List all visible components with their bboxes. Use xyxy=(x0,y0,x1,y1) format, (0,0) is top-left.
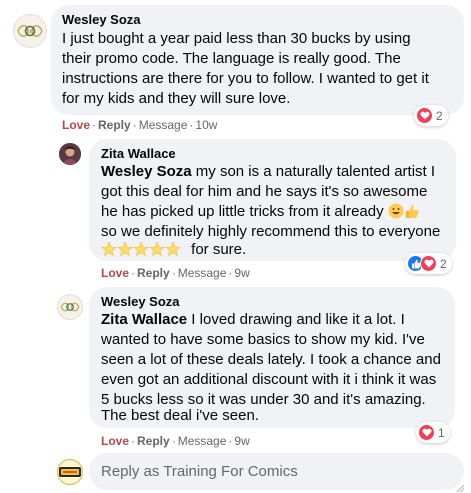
comment-3-author[interactable]: Wesley Soza xyxy=(101,294,180,309)
comment-2-line-3-text: he has picked up little tricks from it a… xyxy=(101,203,384,220)
thumbs-up-emoji-icon xyxy=(405,205,419,218)
glowing-star-icon xyxy=(149,241,165,257)
comment-2-line-3: he has picked up little tricks from it a… xyxy=(101,202,420,222)
comment-3-mention[interactable]: Zita Wallace xyxy=(101,311,187,328)
comment-2-line-1: Wesley Soza my son is a naturally talent… xyxy=(101,162,435,182)
comment-2-reaction-count: 2 xyxy=(440,256,447,271)
comment-3-timestamp[interactable]: 9w xyxy=(234,434,249,448)
grinning-face-icon xyxy=(388,203,404,219)
comment-1-line-3: instructions are there for you to follow… xyxy=(62,70,429,87)
comment-1-love-button[interactable]: Love xyxy=(62,118,90,132)
comment-1-reaction-count: 2 xyxy=(436,108,443,123)
comment-1-message-link[interactable]: Message xyxy=(139,118,188,132)
comment-2-line-1-text: my son is a naturally talented artist I xyxy=(191,163,436,180)
comment-2-line-5-text: for sure. xyxy=(191,241,247,258)
comment-3-line-4: even got an additional discount with it … xyxy=(101,371,437,388)
comment-1-actions: Love · Reply · Message · 10w xyxy=(62,118,218,132)
glowing-star-icon xyxy=(101,241,117,257)
comment-3-love-button[interactable]: Love xyxy=(101,434,129,448)
resize-grip-icon[interactable] xyxy=(455,480,465,493)
comment-2-line-4: so we definitely highly recommend this t… xyxy=(101,223,441,240)
comment-3-line-1: Zita Wallace I loved drawing and like it… xyxy=(101,310,405,330)
comment-3-reply-button[interactable]: Reply xyxy=(137,434,170,448)
comment-1-reactions[interactable]: 2 xyxy=(414,105,448,126)
reply-placeholder[interactable]: Reply as Training For Comics xyxy=(101,463,298,480)
comment-1-line-1: I just bought a year paid less than 30 b… xyxy=(62,30,411,47)
user-photo-avatar xyxy=(59,143,81,165)
training-for-comics-logo-icon xyxy=(59,467,81,477)
glowing-star-icon xyxy=(165,241,181,257)
comment-3-message-link[interactable]: Message xyxy=(178,434,227,448)
comment-1-reply-button[interactable]: Reply xyxy=(98,118,131,132)
star-emoji-row xyxy=(101,241,181,263)
comment-2-actions: Love · Reply · Message · 9w xyxy=(101,266,250,280)
heart-reaction-icon xyxy=(420,255,437,272)
comment-1-author[interactable]: Wesley Soza xyxy=(62,12,141,27)
comment-2-author[interactable]: Zita Wallace xyxy=(101,146,176,161)
comment-3-avatar[interactable] xyxy=(57,294,83,320)
comment-3-line-2: wanted to have some basics to show my ki… xyxy=(101,331,425,348)
glowing-star-icon xyxy=(133,241,149,257)
reply-avatar xyxy=(57,459,83,485)
comment-2-line-5: for sure. xyxy=(101,240,246,263)
comment-1-avatar[interactable]: GG xyxy=(13,14,47,48)
comment-2-reactions[interactable]: 2 xyxy=(405,253,452,274)
comment-2-timestamp[interactable]: 9w xyxy=(234,266,249,280)
heart-reaction-icon xyxy=(418,424,435,441)
glowing-star-icon xyxy=(117,241,133,257)
comment-3-actions: Love · Reply · Message · 9w xyxy=(101,434,250,448)
comment-2-love-button[interactable]: Love xyxy=(101,266,129,280)
comment-1-line-2: their promo code. The language is really… xyxy=(62,50,401,67)
comment-3-reaction-count: 1 xyxy=(438,425,445,440)
comment-3-line-6: The best deal i've seen. xyxy=(101,407,259,424)
comment-2-mention[interactable]: Wesley Soza xyxy=(101,163,192,180)
comment-3-line-3: seen a lot of these deals lately. I took… xyxy=(101,351,441,368)
gucci-style-logo-icon xyxy=(60,302,80,312)
comment-2-line-2: got this deal for him and he says it's s… xyxy=(101,183,428,200)
comment-3-line-1-text: I loved drawing and like it a lot. I xyxy=(187,311,405,328)
comment-2-avatar[interactable] xyxy=(59,143,81,165)
comment-2-message-link[interactable]: Message xyxy=(178,266,227,280)
comment-2-reply-button[interactable]: Reply xyxy=(137,266,170,280)
comment-1-timestamp[interactable]: 10w xyxy=(195,118,217,132)
gucci-style-logo-icon: GG xyxy=(17,25,43,37)
heart-reaction-icon xyxy=(416,107,433,124)
comment-3-reactions[interactable]: 1 xyxy=(416,422,450,443)
comment-1-line-4: for my kids and they will sure love. xyxy=(62,90,291,107)
svg-text:GG: GG xyxy=(26,30,35,36)
